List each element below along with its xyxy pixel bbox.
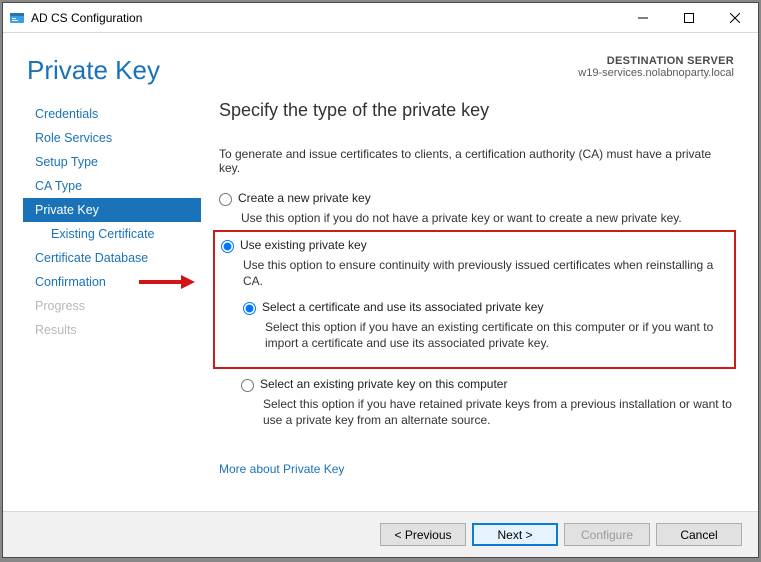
more-about-private-key-link[interactable]: More about Private Key (219, 462, 344, 476)
radio-create-new-key[interactable] (219, 193, 232, 206)
radio-use-existing-key-label: Use existing private key (240, 238, 367, 252)
configure-button[interactable]: Configure (564, 523, 650, 546)
minimize-button[interactable] (620, 3, 666, 33)
radio-select-certificate[interactable] (243, 302, 256, 315)
content-title: Specify the type of the private key (219, 100, 732, 121)
sidebar-item-private-key[interactable]: Private Key (23, 198, 201, 222)
previous-button[interactable]: < Previous (380, 523, 466, 546)
radio-create-new-key-desc: Use this option if you do not have a pri… (241, 210, 732, 226)
annotation-arrow-icon (137, 272, 197, 292)
radio-select-existing-key-label: Select an existing private key on this c… (260, 377, 507, 391)
title-bar: AD CS Configuration (3, 3, 758, 33)
close-button[interactable] (712, 3, 758, 33)
sidebar-item-certificate-database[interactable]: Certificate Database (23, 246, 201, 270)
content-pane: Specify the type of the private key To g… (201, 94, 738, 511)
maximize-button[interactable] (666, 3, 712, 33)
destination-server: w19-services.nolabnoparty.local (578, 67, 734, 79)
app-icon (9, 10, 25, 26)
radio-select-existing-key-desc: Select this option if you have retained … (263, 396, 732, 428)
window-title: AD CS Configuration (31, 11, 620, 25)
config-window: AD CS Configuration Private Key DESTINAT… (2, 2, 759, 558)
annotation-highlight-box: Use existing private key Use this option… (213, 230, 736, 369)
cancel-button[interactable]: Cancel (656, 523, 742, 546)
radio-use-existing-key[interactable] (221, 240, 234, 253)
sidebar-item-existing-certificate[interactable]: Existing Certificate (23, 222, 201, 246)
sidebar-item-ca-type[interactable]: CA Type (23, 174, 201, 198)
sidebar-item-progress: Progress (23, 294, 201, 318)
destination-label: DESTINATION SERVER (578, 55, 734, 67)
page-heading: Private Key (27, 55, 160, 86)
radio-select-certificate-label: Select a certificate and use its associa… (262, 300, 543, 314)
destination-info: DESTINATION SERVER w19-services.nolabnop… (578, 55, 734, 79)
radio-use-existing-key-desc: Use this option to ensure continuity wit… (243, 257, 728, 289)
sidebar-item-role-services[interactable]: Role Services (23, 126, 201, 150)
next-button[interactable]: Next > (472, 523, 558, 546)
radio-select-existing-key[interactable] (241, 379, 254, 392)
intro-text: To generate and issue certificates to cl… (219, 147, 732, 175)
sidebar-item-results: Results (23, 318, 201, 342)
wizard-sidebar: Credentials Role Services Setup Type CA … (23, 94, 201, 511)
radio-select-certificate-desc: Select this option if you have an existi… (265, 319, 728, 351)
sidebar-item-credentials[interactable]: Credentials (23, 102, 201, 126)
header: Private Key DESTINATION SERVER w19-servi… (3, 33, 758, 94)
radio-create-new-key-label: Create a new private key (238, 191, 371, 205)
footer-button-bar: < Previous Next > Configure Cancel (3, 511, 758, 557)
sidebar-item-setup-type[interactable]: Setup Type (23, 150, 201, 174)
